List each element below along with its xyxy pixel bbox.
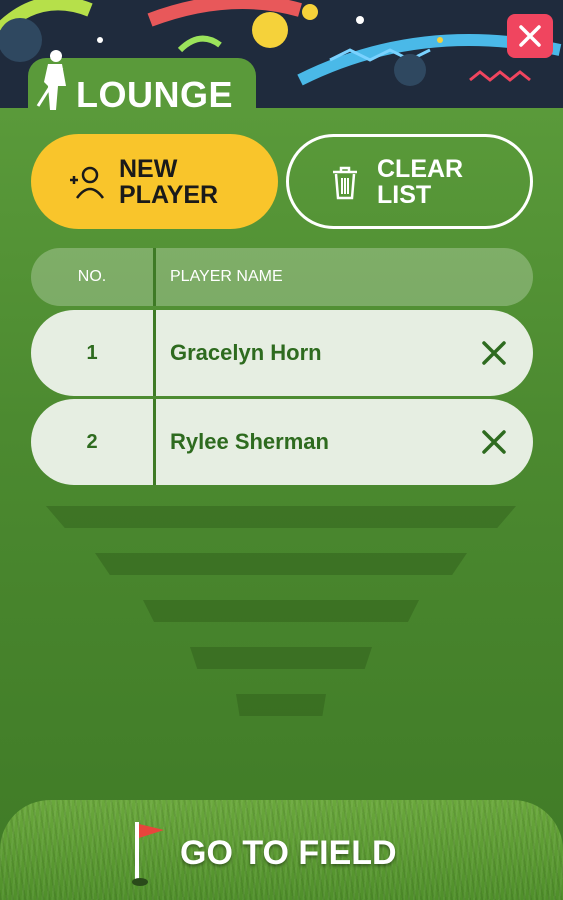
remove-player-icon[interactable]: [479, 338, 509, 368]
empty-slot-placeholder: [95, 553, 467, 575]
empty-slot-placeholder: [46, 506, 516, 528]
empty-slot-placeholder: [190, 647, 372, 669]
page-title: LOUNGE: [76, 74, 234, 115]
close-button[interactable]: [507, 14, 553, 58]
empty-slot-placeholder: [236, 694, 326, 716]
table-header: NO. PLAYER NAME: [31, 248, 533, 306]
new-player-button[interactable]: NEW PLAYER: [31, 134, 278, 229]
player-number: 1: [86, 341, 98, 364]
player-name[interactable]: Gracelyn Horn: [156, 340, 479, 366]
column-header-number: NO.: [77, 268, 107, 285]
new-player-label: NEW PLAYER: [119, 154, 219, 209]
player-name[interactable]: Rylee Sherman: [156, 429, 479, 455]
remove-player-icon[interactable]: [479, 427, 509, 457]
golfer-icon: [36, 50, 66, 110]
go-to-field-label[interactable]: GO TO FIELD: [180, 834, 397, 873]
clear-list-button[interactable]: CLEAR LIST: [286, 134, 533, 229]
close-icon: [519, 25, 541, 47]
clear-list-label: CLEAR LIST: [377, 154, 464, 209]
column-header-player-name: PLAYER NAME: [170, 268, 283, 285]
table-row[interactable]: 1 Gracelyn Horn: [31, 310, 533, 396]
trash-icon: [333, 166, 357, 199]
add-user-icon: [70, 166, 105, 199]
flag-icon: [132, 822, 164, 886]
player-number: 2: [86, 430, 98, 453]
empty-slot-placeholder: [143, 600, 419, 622]
table-row[interactable]: 2 Rylee Sherman: [31, 399, 533, 485]
